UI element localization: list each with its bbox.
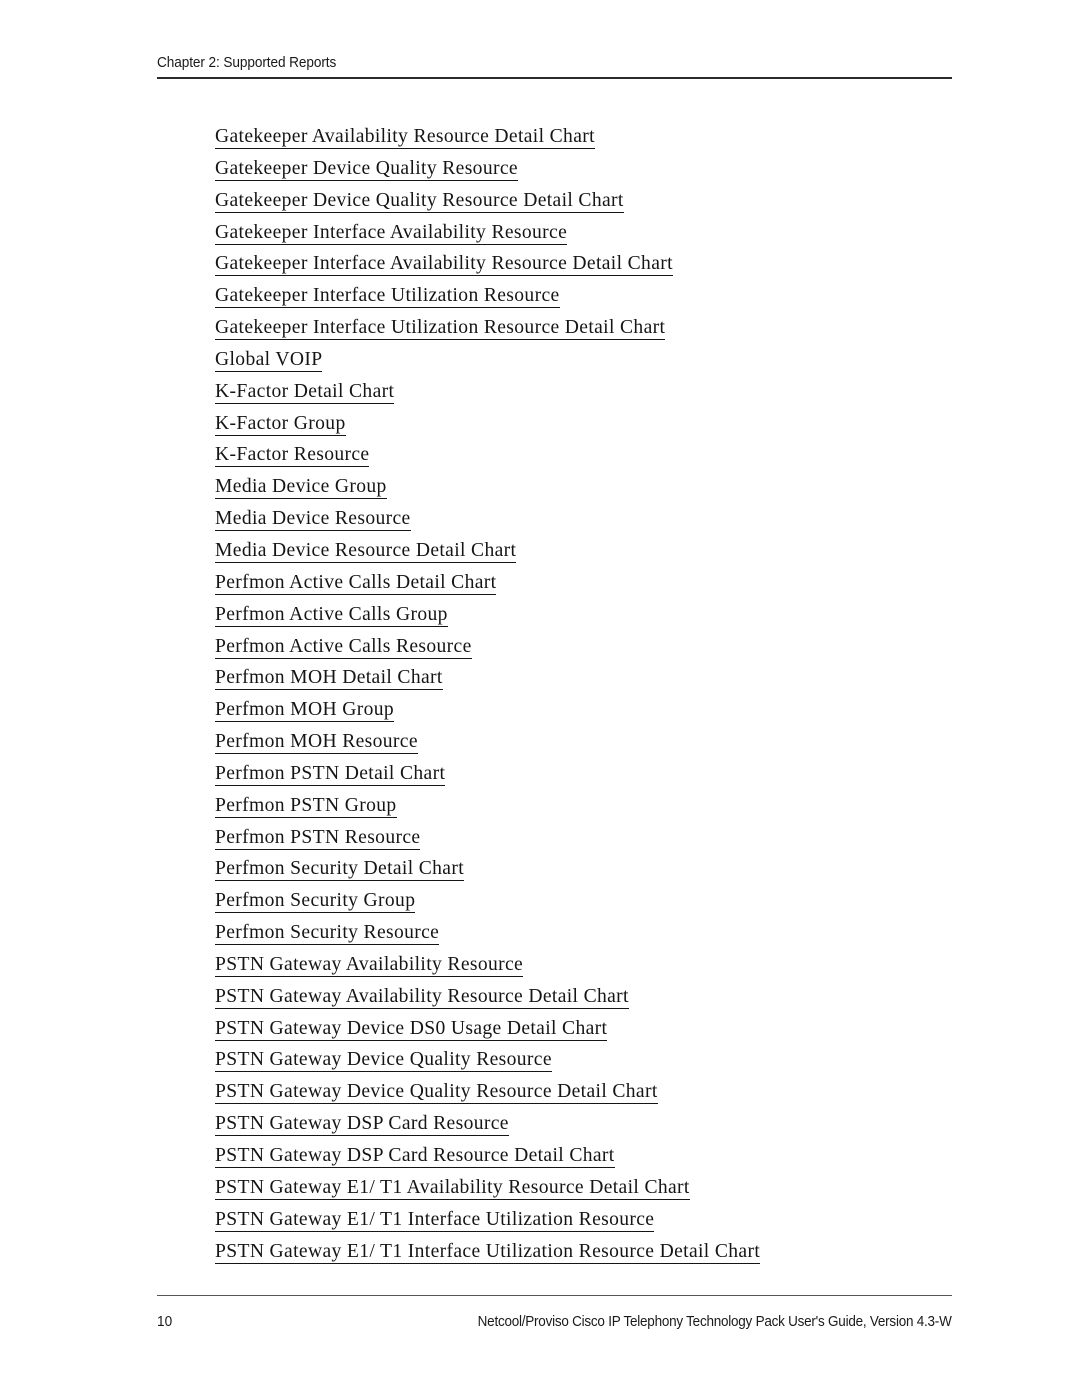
report-link[interactable]: Global VOIP bbox=[215, 348, 323, 372]
list-item: PSTN Gateway Device Quality Resource bbox=[215, 1044, 955, 1076]
report-link[interactable]: PSTN Gateway Device Quality Resource Det… bbox=[215, 1081, 658, 1105]
list-item: Gatekeeper Interface Utilization Resourc… bbox=[215, 312, 955, 344]
report-link[interactable]: Perfmon PSTN Group bbox=[215, 794, 397, 818]
report-link[interactable]: Gatekeeper Availability Resource Detail … bbox=[215, 126, 595, 149]
report-link[interactable]: PSTN Gateway E1/ T1 Availability Resourc… bbox=[215, 1176, 690, 1200]
list-item: Perfmon Security Resource bbox=[215, 917, 955, 949]
list-item: K-Factor Group bbox=[215, 408, 955, 440]
report-link[interactable]: PSTN Gateway DSP Card Resource Detail Ch… bbox=[215, 1145, 615, 1168]
report-link[interactable]: PSTN Gateway Availability Resource bbox=[215, 953, 524, 977]
report-link[interactable]: Perfmon MOH Group bbox=[215, 699, 395, 723]
list-item: PSTN Gateway E1/ T1 Interface Utilizatio… bbox=[215, 1204, 955, 1236]
report-link[interactable]: Perfmon Security Resource bbox=[215, 922, 440, 946]
report-link[interactable]: Gatekeeper Device Quality Resource bbox=[215, 157, 518, 181]
report-link[interactable]: Media Device Group bbox=[215, 476, 387, 500]
page-number: 10 bbox=[157, 1314, 173, 1330]
list-item: Gatekeeper Availability Resource Detail … bbox=[215, 121, 955, 153]
footer-divider bbox=[157, 1295, 952, 1296]
list-item: PSTN Gateway DSP Card Resource bbox=[215, 1108, 955, 1140]
report-link[interactable]: Perfmon MOH Resource bbox=[215, 731, 418, 755]
list-item: Media Device Group bbox=[215, 471, 955, 503]
report-link[interactable]: Perfmon Active Calls Group bbox=[215, 603, 448, 627]
report-link[interactable]: PSTN Gateway E1/ T1 Interface Utilizatio… bbox=[215, 1208, 655, 1232]
list-item: Global VOIP bbox=[215, 344, 955, 376]
list-item: PSTN Gateway Device DS0 Usage Detail Cha… bbox=[215, 1013, 955, 1045]
report-link[interactable]: Media Device Resource Detail Chart bbox=[215, 539, 517, 563]
list-item: Media Device Resource bbox=[215, 503, 955, 535]
report-link[interactable]: K-Factor Group bbox=[215, 412, 346, 436]
report-link[interactable]: Perfmon MOH Detail Chart bbox=[215, 667, 443, 691]
report-link[interactable]: PSTN Gateway Device DS0 Usage Detail Cha… bbox=[215, 1017, 608, 1041]
list-item: PSTN Gateway Availability Resource Detai… bbox=[215, 981, 955, 1013]
list-item: Gatekeeper Device Quality Resource bbox=[215, 153, 955, 185]
list-item: Gatekeeper Device Quality Resource Detai… bbox=[215, 185, 955, 217]
report-link[interactable]: Gatekeeper Interface Utilization Resourc… bbox=[215, 285, 560, 309]
report-link[interactable]: Gatekeeper Device Quality Resource Detai… bbox=[215, 189, 624, 213]
list-item: Perfmon Active Calls Detail Chart bbox=[215, 567, 955, 599]
list-item: K-Factor Resource bbox=[215, 439, 955, 471]
list-item: Perfmon Security Group bbox=[215, 885, 955, 917]
list-item: Perfmon PSTN Group bbox=[215, 790, 955, 822]
list-item: Perfmon Active Calls Group bbox=[215, 599, 955, 631]
list-item: Perfmon Security Detail Chart bbox=[215, 853, 955, 885]
report-link[interactable]: Perfmon PSTN Detail Chart bbox=[215, 762, 446, 786]
report-link[interactable]: Media Device Resource bbox=[215, 508, 411, 532]
list-item: Perfmon Active Calls Resource bbox=[215, 631, 955, 663]
report-link[interactable]: Perfmon Security Group bbox=[215, 890, 416, 914]
report-link[interactable]: PSTN Gateway Availability Resource Detai… bbox=[215, 985, 629, 1009]
list-item: PSTN Gateway Device Quality Resource Det… bbox=[215, 1076, 955, 1108]
report-link[interactable]: K-Factor Resource bbox=[215, 444, 370, 468]
list-item: Gatekeeper Interface Utilization Resourc… bbox=[215, 280, 955, 312]
running-header: Chapter 2: Supported Reports bbox=[157, 54, 952, 79]
list-item: PSTN Gateway Availability Resource bbox=[215, 949, 955, 981]
list-item: Media Device Resource Detail Chart bbox=[215, 535, 955, 567]
list-item: PSTN Gateway E1/ T1 Interface Utilizatio… bbox=[215, 1236, 955, 1268]
list-item: PSTN Gateway E1/ T1 Availability Resourc… bbox=[215, 1172, 955, 1204]
report-link[interactable]: Gatekeeper Interface Utilization Resourc… bbox=[215, 317, 666, 341]
running-footer: 10 Netcool/Proviso Cisco IP Telephony Te… bbox=[157, 1312, 952, 1334]
report-link[interactable]: Gatekeeper Interface Availability Resour… bbox=[215, 221, 568, 245]
report-link[interactable]: Gatekeeper Interface Availability Resour… bbox=[215, 253, 673, 277]
list-item: PSTN Gateway DSP Card Resource Detail Ch… bbox=[215, 1140, 955, 1172]
list-item: Gatekeeper Interface Availability Resour… bbox=[215, 248, 955, 280]
document-title: Netcool/Proviso Cisco IP Telephony Techn… bbox=[478, 1314, 952, 1330]
report-link[interactable]: Perfmon Active Calls Resource bbox=[215, 635, 472, 659]
document-page: Chapter 2: Supported Reports Gatekeeper … bbox=[0, 0, 1080, 1397]
report-link[interactable]: Perfmon Active Calls Detail Chart bbox=[215, 571, 497, 595]
report-link[interactable]: Perfmon Security Detail Chart bbox=[215, 858, 465, 882]
report-link[interactable]: PSTN Gateway E1/ T1 Interface Utilizatio… bbox=[215, 1240, 761, 1264]
header-divider bbox=[157, 77, 952, 79]
supported-reports-list: Gatekeeper Availability Resource Detail … bbox=[215, 121, 955, 1267]
list-item: Gatekeeper Interface Availability Resour… bbox=[215, 217, 955, 249]
list-item: Perfmon MOH Detail Chart bbox=[215, 662, 955, 694]
report-link[interactable]: K-Factor Detail Chart bbox=[215, 380, 395, 404]
report-link[interactable]: Perfmon PSTN Resource bbox=[215, 826, 421, 850]
list-item: K-Factor Detail Chart bbox=[215, 376, 955, 408]
list-item: Perfmon PSTN Detail Chart bbox=[215, 758, 955, 790]
list-item: Perfmon PSTN Resource bbox=[215, 822, 955, 854]
list-item: Perfmon MOH Resource bbox=[215, 726, 955, 758]
chapter-label: Chapter 2: Supported Reports bbox=[157, 55, 337, 71]
report-link[interactable]: PSTN Gateway Device Quality Resource bbox=[215, 1049, 552, 1073]
report-link[interactable]: PSTN Gateway DSP Card Resource bbox=[215, 1113, 509, 1137]
list-item: Perfmon MOH Group bbox=[215, 694, 955, 726]
